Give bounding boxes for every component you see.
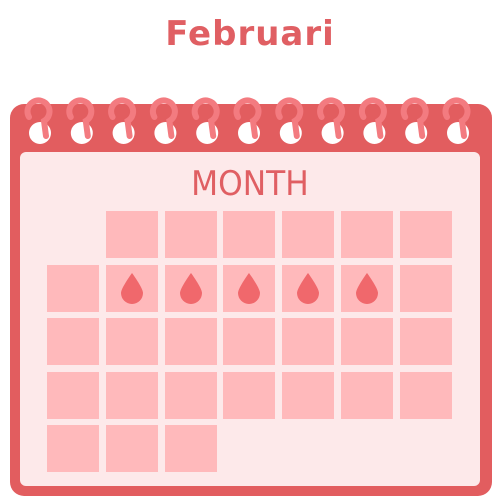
day-cell <box>47 318 99 365</box>
marked-day-cell <box>282 264 335 312</box>
day-cell <box>282 371 335 419</box>
day-cell <box>105 425 158 472</box>
marked-day-cell <box>105 264 158 312</box>
day-cell <box>47 264 99 312</box>
blood-drop-icon <box>297 272 320 304</box>
blood-drop-icon <box>179 272 202 304</box>
day-cell <box>105 318 158 365</box>
day-cell <box>223 211 276 258</box>
day-cell <box>164 371 217 419</box>
day-cell <box>399 264 452 312</box>
day-cell <box>223 371 276 419</box>
day-cell <box>399 211 452 258</box>
day-cell <box>223 318 276 365</box>
day-cell <box>282 318 335 365</box>
day-cell <box>399 318 452 365</box>
day-cell <box>105 211 158 258</box>
blood-drop-icon <box>120 272 143 304</box>
calendar-grid <box>47 211 456 476</box>
day-cell <box>164 318 217 365</box>
marked-day-cell <box>164 264 217 312</box>
day-cell <box>341 318 393 365</box>
blood-drop-icon <box>238 272 261 304</box>
blood-drop-icon <box>356 272 378 304</box>
day-cell <box>282 211 335 258</box>
day-cell <box>47 425 99 472</box>
day-cell <box>164 211 217 258</box>
day-cell <box>399 371 452 419</box>
day-cell <box>164 425 217 472</box>
day-cell <box>105 371 158 419</box>
day-cell <box>341 371 393 419</box>
day-cell <box>47 371 99 419</box>
month-title: Februari <box>165 14 335 54</box>
day-cell <box>341 211 393 258</box>
calendar-heading: MONTH <box>191 164 309 204</box>
marked-day-cell <box>223 264 276 312</box>
marked-day-cell <box>341 264 393 312</box>
